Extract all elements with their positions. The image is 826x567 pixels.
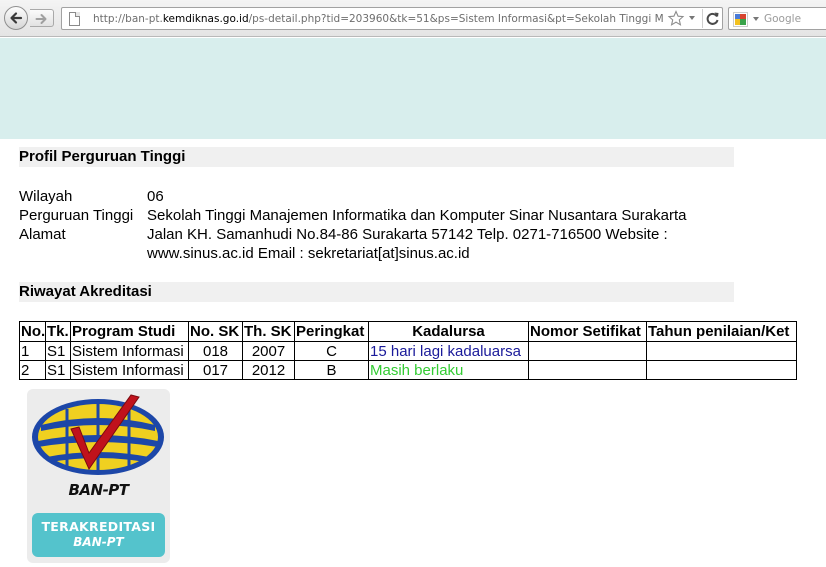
table-row: 1 S1 Sistem Informasi 018 2007 C 15 hari… xyxy=(19,341,797,361)
reload-button[interactable] xyxy=(702,9,722,28)
table-row: 2 S1 Sistem Informasi 017 2012 B Masih b… xyxy=(19,360,797,380)
page-icon xyxy=(69,12,80,26)
cell-no-sk: 017 xyxy=(188,360,243,380)
reload-icon xyxy=(706,12,719,25)
cell-th-sk: 2012 xyxy=(242,360,295,380)
cell-no: 2 xyxy=(19,360,46,380)
wilayah-label: Wilayah xyxy=(19,188,73,205)
col-kadalursa: Kadalursa xyxy=(368,321,529,342)
dropdown-icon[interactable] xyxy=(689,16,695,20)
cell-nomor-setifikat xyxy=(528,341,647,361)
col-peringkat: Peringkat xyxy=(294,321,369,342)
forward-icon xyxy=(35,14,47,24)
globe-check-icon xyxy=(32,394,164,475)
cell-peringkat: B xyxy=(294,360,369,380)
search-engine-dropdown-icon[interactable] xyxy=(753,17,759,21)
col-tk: Tk. xyxy=(45,321,71,342)
badge-line2: BAN-PT xyxy=(73,535,124,549)
col-no-sk: No. SK xyxy=(188,321,243,342)
terakreditasi-badge: TERAKREDITASI BAN-PT xyxy=(32,513,165,557)
cell-tk: S1 xyxy=(45,360,71,380)
col-tahun-penilaian: Tahun penilaian/Ket xyxy=(646,321,797,342)
forward-button[interactable] xyxy=(30,9,54,27)
back-button[interactable] xyxy=(4,6,28,30)
cell-tahun-penilaian xyxy=(646,360,797,380)
riwayat-heading: Riwayat Akreditasi xyxy=(19,282,734,302)
browser-toolbar: http://ban-pt.kemdiknas.go.id/ps-detail.… xyxy=(0,0,826,37)
badge-line1: TERAKREDITASI xyxy=(41,519,156,534)
cell-th-sk: 2007 xyxy=(242,341,295,361)
col-nomor-setifikat: Nomor Setifikat xyxy=(528,321,647,342)
url-host: kemdiknas.go.id xyxy=(162,13,249,25)
star-icon xyxy=(667,10,685,26)
cell-program-studi: Sistem Informasi xyxy=(70,360,189,380)
ban-pt-logo: BAN-PT TERAKREDITASI BAN-PT xyxy=(27,389,170,563)
cell-kadalursa: 15 hari lagi kadaluarsa xyxy=(368,341,529,361)
cell-no-sk: 018 xyxy=(188,341,243,361)
alamat-label: Alamat xyxy=(19,226,66,243)
bookmark-star-button[interactable] xyxy=(666,9,686,28)
cell-tahun-penilaian xyxy=(646,341,797,361)
cell-nomor-setifikat xyxy=(528,360,647,380)
cell-program-studi: Sistem Informasi xyxy=(70,341,189,361)
cell-kadalursa: Masih berlaku xyxy=(368,360,529,380)
back-icon xyxy=(10,12,23,24)
alamat-value: Jalan KH. Samanhudi No.84-86 Surakarta 5… xyxy=(147,226,668,262)
perguruan-tinggi-value: Sekolah Tinggi Manajemen Informatika dan… xyxy=(147,207,687,224)
address-bar[interactable]: http://ban-pt.kemdiknas.go.id/ps-detail.… xyxy=(61,7,723,30)
akreditasi-table: No. Tk. Program Studi No. SK Th. SK Peri… xyxy=(19,321,797,380)
wilayah-value: 06 xyxy=(147,188,164,205)
col-program-studi: Program Studi xyxy=(70,321,189,342)
search-placeholder: Google xyxy=(764,13,802,25)
logo-wordmark: BAN-PT xyxy=(68,481,129,499)
col-no: No. xyxy=(19,321,46,342)
col-th-sk: Th. SK xyxy=(242,321,295,342)
cell-peringkat: C xyxy=(294,341,369,361)
cell-tk: S1 xyxy=(45,341,71,361)
profil-heading: Profil Perguruan Tinggi xyxy=(19,147,734,167)
url-text[interactable]: http://ban-pt.kemdiknas.go.id/ps-detail.… xyxy=(93,12,663,27)
search-bar[interactable]: Google xyxy=(728,7,826,30)
url-path: /ps-detail.php?tid=203960&tk=51&ps=Siste… xyxy=(248,13,663,25)
google-icon[interactable] xyxy=(733,12,748,27)
table-header-row: No. Tk. Program Studi No. SK Th. SK Peri… xyxy=(19,321,797,342)
perguruan-tinggi-label: Perguruan Tinggi xyxy=(19,207,134,224)
header-banner xyxy=(0,38,826,139)
cell-no: 1 xyxy=(19,341,46,361)
url-prefix: http://ban-pt. xyxy=(93,13,163,25)
